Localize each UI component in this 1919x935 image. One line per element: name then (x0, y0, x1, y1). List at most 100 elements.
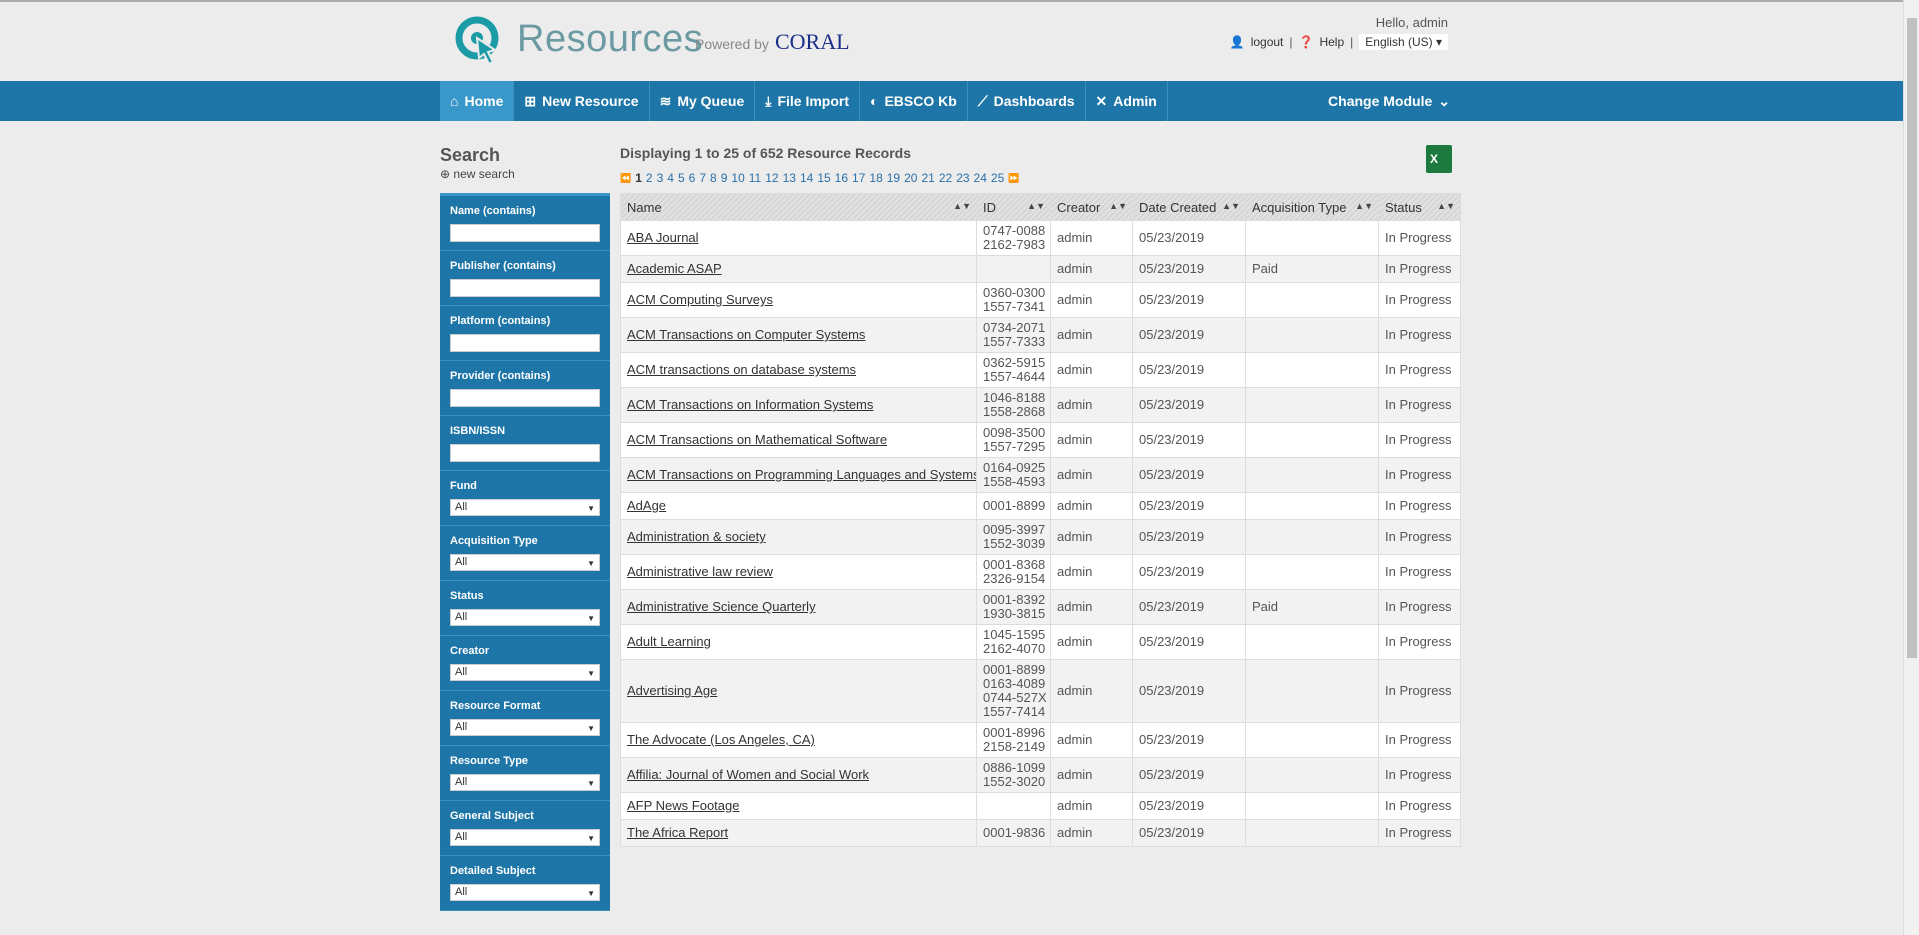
language-value: English (US) (1365, 35, 1433, 49)
last-page-icon[interactable]: ⏩ (1008, 171, 1019, 185)
sort-arrows-icon[interactable]: ▲▼ (1437, 201, 1455, 211)
page-link[interactable]: 16 (835, 171, 848, 185)
column-header-date-created[interactable]: Date Created ▲▼ (1132, 193, 1246, 221)
resource-link[interactable]: The Advocate (Los Angeles, CA) (627, 732, 815, 747)
page-link[interactable]: 13 (783, 171, 796, 185)
excel-export-icon[interactable]: X (1426, 145, 1452, 173)
filter-select[interactable]: All (450, 774, 600, 791)
page-link[interactable]: 12 (765, 171, 778, 185)
filter-select[interactable]: All (450, 664, 600, 681)
resource-link[interactable]: Adult Learning (627, 634, 711, 649)
resource-link[interactable]: ABA Journal (627, 230, 699, 245)
resource-link[interactable]: Advertising Age (627, 683, 717, 698)
resource-link[interactable]: ACM Transactions on Information Systems (627, 397, 873, 412)
resource-link[interactable]: The Africa Report (627, 825, 728, 840)
filter-select[interactable]: All (450, 554, 600, 571)
language-select[interactable]: English (US) ▾ (1359, 34, 1448, 50)
resource-link[interactable]: ACM Transactions on Computer Systems (627, 327, 865, 342)
new-search-link[interactable]: ⊕ new search (440, 167, 610, 181)
page-link[interactable]: 6 (689, 171, 696, 185)
resource-link[interactable]: ACM Transactions on Programming Language… (627, 467, 976, 482)
page-link[interactable]: 15 (817, 171, 830, 185)
scrollbar[interactable] (1903, 0, 1919, 935)
change-module-menu[interactable]: Change Module ⌄ (1318, 81, 1460, 121)
filter-select[interactable]: All (450, 829, 600, 846)
page-link[interactable]: 8 (710, 171, 717, 185)
scrollbar-thumb[interactable] (1907, 18, 1917, 658)
id-cell: 0734-2071 1557-7333 (976, 317, 1051, 353)
nav-item-home[interactable]: ⌂ Home (440, 81, 515, 121)
sort-arrows-icon[interactable]: ▲▼ (1355, 201, 1373, 211)
issn: 0360-0300 (983, 285, 1046, 300)
page-link[interactable]: 18 (869, 171, 882, 185)
sort-arrows-icon[interactable]: ▲▼ (1109, 201, 1127, 211)
filter-select[interactable]: All (450, 609, 600, 626)
filter-label: Detailed Subject (450, 865, 536, 877)
page-link[interactable]: 23 (956, 171, 969, 185)
filter-select[interactable]: All (450, 719, 600, 736)
page-link[interactable]: 24 (974, 171, 987, 185)
page-link[interactable]: 22 (939, 171, 952, 185)
nav-item-my-queue[interactable]: ≋ My Queue (650, 81, 756, 121)
filter-select[interactable]: All (450, 499, 600, 516)
issn: 0001-8368 (983, 557, 1046, 572)
page-link[interactable]: 10 (731, 171, 744, 185)
filter-select[interactable]: All (450, 884, 600, 901)
page-link[interactable]: 20 (904, 171, 917, 185)
page-link[interactable]: 21 (921, 171, 934, 185)
resource-link[interactable]: ACM Computing Surveys (627, 292, 773, 307)
page-link[interactable]: 4 (667, 171, 674, 185)
help-link[interactable]: Help (1319, 35, 1344, 49)
name-cell: Affilia: Journal of Women and Social Wor… (620, 757, 977, 793)
column-header-acquisition-type[interactable]: Acquisition Type ▲▼ (1245, 193, 1379, 221)
nav-item-file-import[interactable]: ⤓ File Import (755, 81, 860, 121)
page-link[interactable]: 3 (657, 171, 664, 185)
filter-input[interactable] (450, 279, 600, 297)
issn: 0744-527X (983, 690, 1047, 705)
page-link[interactable]: 25 (991, 171, 1004, 185)
sort-arrows-icon[interactable]: ▲▼ (1222, 201, 1240, 211)
logout-link[interactable]: logout (1251, 35, 1284, 49)
column-header-creator[interactable]: Creator ▲▼ (1050, 193, 1133, 221)
resource-link[interactable]: ACM Transactions on Mathematical Softwar… (627, 432, 887, 447)
acquisition-cell (1245, 317, 1379, 353)
id-cell: 0886-1099 1552-3020 (976, 757, 1051, 793)
resource-link[interactable]: Administration & society (627, 529, 766, 544)
resource-link[interactable]: Administrative Science Quarterly (627, 599, 816, 614)
filter-input[interactable] (450, 389, 600, 407)
status-cell: In Progress (1378, 757, 1461, 793)
resource-link[interactable]: Affilia: Journal of Women and Social Wor… (627, 767, 869, 782)
acquisition-cell (1245, 422, 1379, 458)
table-row: The Advocate (Los Angeles, CA) 0001-8996 2… (620, 722, 1461, 758)
page-link[interactable]: 9 (721, 171, 728, 185)
sort-arrows-icon[interactable]: ▲▼ (1027, 201, 1045, 211)
page-link[interactable]: 7 (699, 171, 706, 185)
nav-item-ebsco-kb[interactable]: ◐ EBSCO Kb (860, 81, 968, 121)
page-link[interactable]: 2 (646, 171, 653, 185)
resource-link[interactable]: Administrative law review (627, 564, 773, 579)
nav-item-dashboards[interactable]: ⟋ Dashboards (968, 81, 1086, 121)
column-header-id[interactable]: ID ▲▼ (976, 193, 1051, 221)
resource-link[interactable]: AFP News Footage (627, 798, 739, 813)
page-link[interactable]: 14 (800, 171, 813, 185)
column-header-name[interactable]: Name ▲▼ (620, 193, 977, 221)
page-link[interactable]: 17 (852, 171, 865, 185)
sort-arrows-icon[interactable]: ▲▼ (953, 201, 971, 211)
user-icon: 👤 (1229, 35, 1245, 49)
resource-link[interactable]: AdAge (627, 498, 666, 513)
filter-input[interactable] (450, 444, 600, 462)
table-row: Advertising Age 0001-8899 0163-4089 0744-52… (620, 659, 1461, 723)
date-cell: 05/23/2019 (1132, 659, 1246, 723)
nav-item-new-resource[interactable]: ⊞ New Resource (514, 81, 650, 121)
filter-input[interactable] (450, 334, 600, 352)
page-link[interactable]: 5 (678, 171, 685, 185)
column-header-status[interactable]: Status ▲▼ (1378, 193, 1461, 221)
nav-item-admin[interactable]: ✕ Admin (1086, 81, 1168, 121)
first-page-icon[interactable]: ⏪ (620, 171, 631, 185)
resource-link[interactable]: Academic ASAP (627, 261, 722, 276)
page-link[interactable]: 19 (887, 171, 900, 185)
resource-link[interactable]: ACM transactions on database systems (627, 362, 856, 377)
page-link[interactable]: 11 (749, 171, 761, 185)
table-row: ACM Transactions on Information Systems 1… (620, 387, 1461, 423)
filter-input[interactable] (450, 224, 600, 242)
